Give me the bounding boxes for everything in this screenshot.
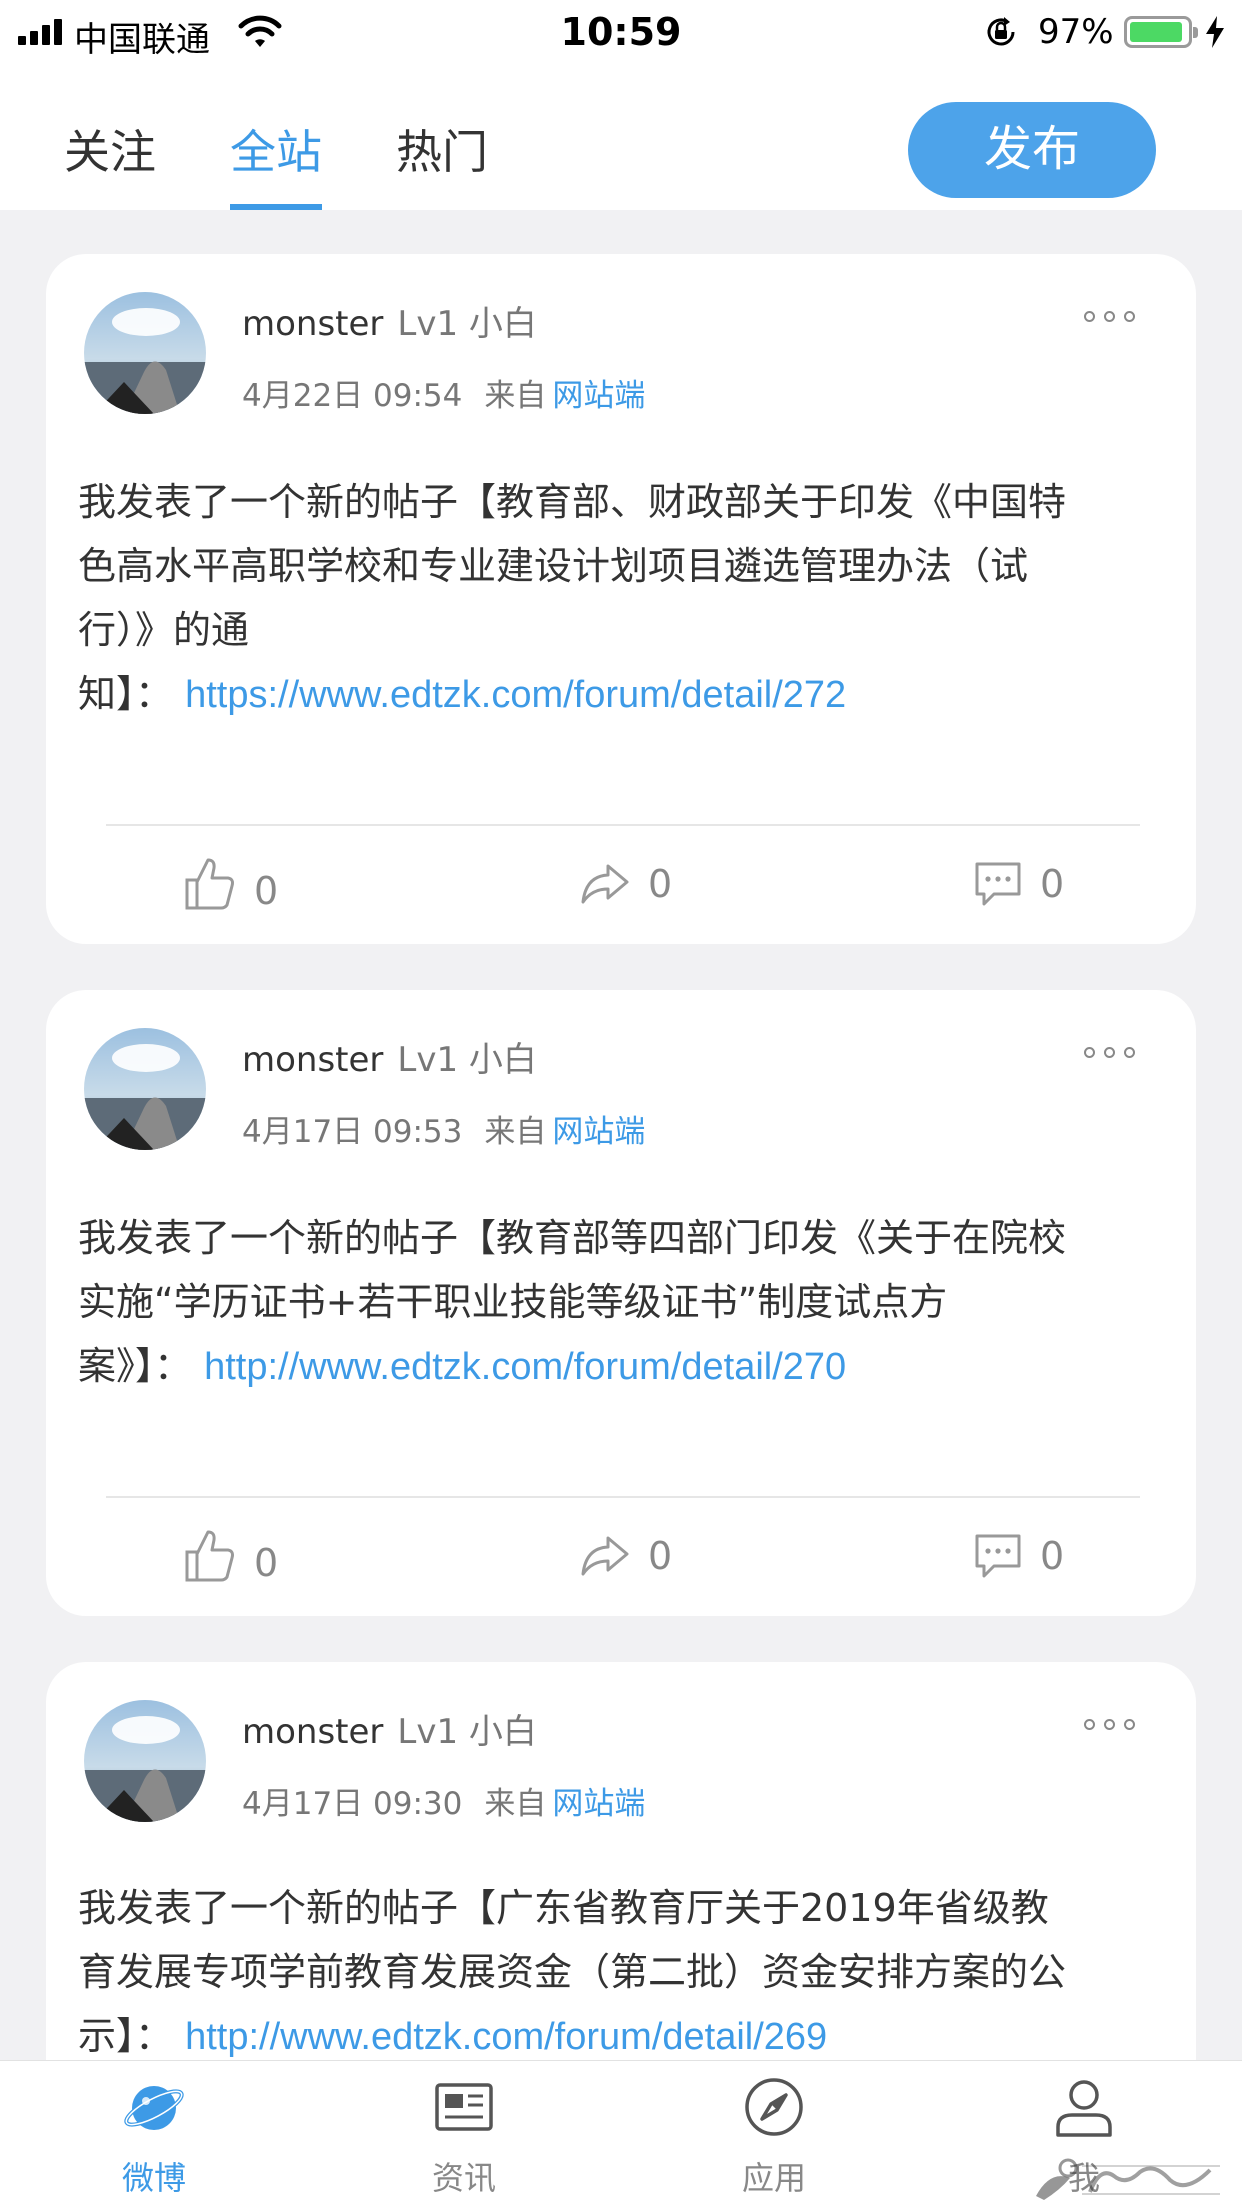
- tab-hot[interactable]: 热门: [396, 116, 488, 210]
- share-arrow-icon: [581, 864, 629, 904]
- more-options-icon[interactable]: [1084, 1712, 1144, 1736]
- share-button[interactable]: 0: [580, 1526, 672, 1586]
- share-count: 0: [648, 862, 673, 906]
- comment-count: 0: [1040, 1534, 1065, 1578]
- like-button[interactable]: 0: [184, 1526, 278, 1586]
- post-text-line: 实施“学历证书+若干职业技能等级证书”制度试点方: [78, 1280, 948, 1324]
- comment-icon: [975, 1534, 1021, 1578]
- post-text-line: 案》】：: [78, 1344, 193, 1388]
- user-level: Lv1 小白: [397, 304, 537, 344]
- person-icon: [1056, 2080, 1112, 2137]
- post-card[interactable]: monster Lv1 小白 4月17日 09:53 来自 网站端 我发表了一个新的帖…: [46, 990, 1196, 1616]
- post-card[interactable]: monster Lv1 小白 4月17日 09:30 来自 网站端 我发表了一个新的帖…: [46, 1662, 1196, 2122]
- compass-icon: [745, 2078, 803, 2136]
- post-text-line: 示】：: [78, 2014, 174, 2058]
- username-text: monster: [242, 1040, 384, 1080]
- like-count: 0: [254, 869, 279, 913]
- tab-apps[interactable]: 应用: [674, 2061, 874, 2208]
- comment-count: 0: [1040, 862, 1065, 906]
- user-level: Lv1 小白: [397, 1040, 537, 1080]
- tab-all-site[interactable]: 全站: [230, 116, 322, 210]
- post-text-line: 色高水平高职学校和专业建设计划项目遴选管理办法（试: [78, 544, 1029, 588]
- top-nav: 关注 全站 热门 发布: [0, 62, 1242, 210]
- tab-weibo[interactable]: 微博: [54, 2061, 254, 2208]
- divider: [106, 1496, 1140, 1498]
- post-meta: 4月17日 09:30 来自 网站端: [242, 1778, 645, 1823]
- share-button[interactable]: 0: [580, 854, 672, 914]
- source-prefix: 来自: [484, 1786, 547, 1822]
- comment-icon: [975, 862, 1021, 906]
- comment-button[interactable]: 0: [974, 854, 1064, 914]
- like-count: 0: [254, 1541, 279, 1585]
- battery-icon: [1124, 16, 1198, 48]
- post-text-line: 我发表了一个新的帖子【广东省教育厅关于2019年省级教: [78, 1886, 1049, 1930]
- share-arrow-icon: [581, 1536, 629, 1576]
- like-button[interactable]: 0: [184, 854, 278, 914]
- orientation-lock-icon: [987, 17, 1015, 46]
- post-text-line: 我发表了一个新的帖子【教育部、财政部关于印发《中国特: [78, 480, 1067, 524]
- source-prefix: 来自: [484, 378, 547, 414]
- username[interactable]: monster Lv1 小白: [242, 1704, 537, 1753]
- post-date: 4月17日 09:53: [242, 1114, 463, 1150]
- battery-percent: 97%: [1038, 12, 1114, 52]
- charging-bolt-icon: [1206, 16, 1224, 48]
- avatar[interactable]: [84, 1028, 206, 1150]
- watermark-logo: [1036, 2158, 1220, 2200]
- post-link[interactable]: http://www.edtzk.com/forum/detail/270: [204, 1346, 846, 1388]
- source-prefix: 来自: [484, 1114, 547, 1150]
- post-text-line: 我发表了一个新的帖子【教育部等四部门印发《关于在院校: [78, 1216, 1067, 1260]
- post-meta: 4月17日 09:53 来自 网站端: [242, 1106, 645, 1151]
- status-bar: 中国联通 10:59 97%: [0, 0, 1242, 62]
- source-link[interactable]: 网站端: [552, 378, 645, 414]
- post-card[interactable]: monster Lv1 小白 4月22日 09:54 来自 网站端 我发表了一个新的帖…: [46, 254, 1196, 944]
- username[interactable]: monster Lv1 小白: [242, 296, 537, 345]
- tab-label: 资讯: [431, 2159, 496, 2197]
- tab-following[interactable]: 关注: [64, 116, 156, 210]
- post-meta: 4月22日 09:54 来自 网站端: [242, 370, 645, 415]
- tab-news[interactable]: 资讯: [364, 2061, 564, 2208]
- planet-icon: [124, 2086, 184, 2130]
- user-level: Lv1 小白: [397, 1712, 537, 1752]
- post-link[interactable]: http://www.edtzk.com/forum/detail/269: [185, 2016, 827, 2058]
- username-text: monster: [242, 304, 384, 344]
- post-content[interactable]: 我发表了一个新的帖子【广东省教育厅关于2019年省级教 育发展专项学前教育发展资…: [78, 1876, 1168, 2069]
- divider: [106, 824, 1140, 826]
- username-text: monster: [242, 1712, 384, 1752]
- thumbs-up-icon: [185, 858, 234, 910]
- share-count: 0: [648, 1534, 673, 1578]
- post-content[interactable]: 我发表了一个新的帖子【教育部、财政部关于印发《中国特 色高水平高职学校和专业建设…: [78, 470, 1168, 727]
- publish-button[interactable]: 发布: [908, 102, 1156, 198]
- thumbs-up-icon: [185, 1530, 234, 1582]
- source-link[interactable]: 网站端: [552, 1786, 645, 1822]
- tab-label: 微博: [121, 2159, 186, 2197]
- post-text-line: 知】：: [78, 672, 174, 716]
- comment-button[interactable]: 0: [974, 1526, 1064, 1586]
- post-text-line: 育发展专项学前教育发展资金（第二批）资金安排方案的公: [78, 1950, 1067, 1994]
- post-date: 4月22日 09:54: [242, 378, 463, 414]
- post-text-line: 行）》的通: [78, 608, 250, 652]
- post-link[interactable]: https://www.edtzk.com/forum/detail/272: [185, 674, 846, 716]
- post-date: 4月17日 09:30: [242, 1786, 463, 1822]
- more-options-icon[interactable]: [1084, 304, 1144, 328]
- username[interactable]: monster Lv1 小白: [242, 1032, 537, 1081]
- source-link[interactable]: 网站端: [552, 1114, 645, 1150]
- news-icon: [435, 2083, 493, 2131]
- avatar[interactable]: [84, 1700, 206, 1822]
- avatar[interactable]: [84, 292, 206, 414]
- more-options-icon[interactable]: [1084, 1040, 1144, 1064]
- tab-label: 应用: [741, 2159, 806, 2197]
- post-content[interactable]: 我发表了一个新的帖子【教育部等四部门印发《关于在院校 实施“学历证书+若干职业技…: [78, 1206, 1168, 1399]
